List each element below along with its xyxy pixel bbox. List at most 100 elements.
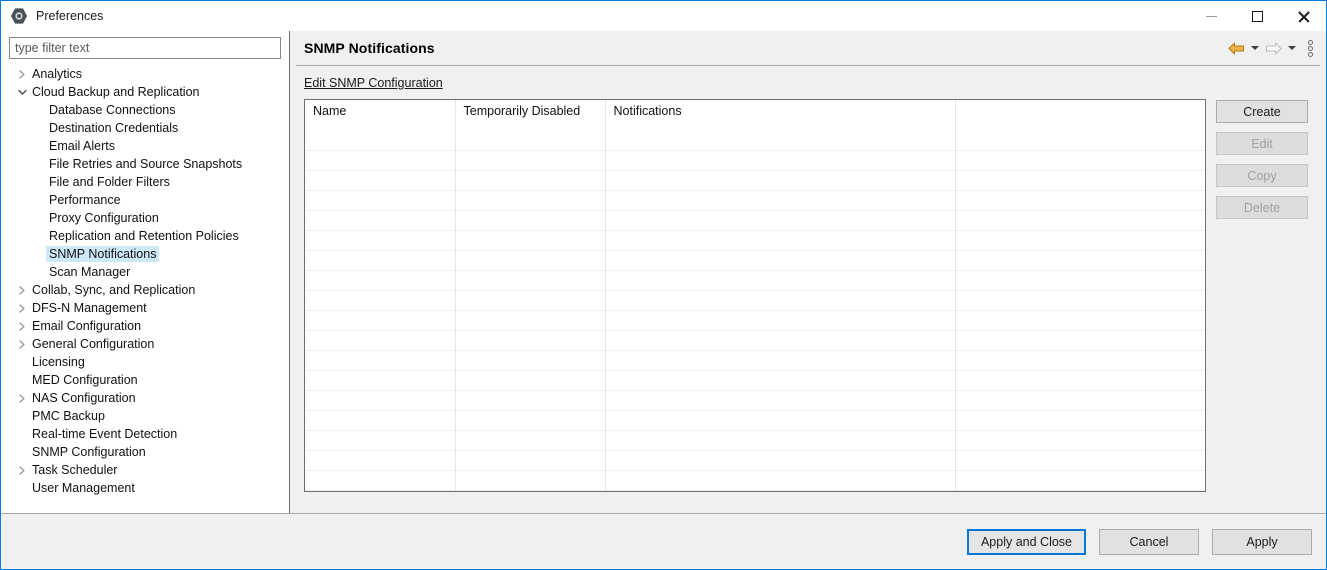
table-cell[interactable] (305, 170, 456, 191)
table-cell[interactable] (305, 390, 456, 411)
sidebar-item-file-retries-and-source-snapshots[interactable]: File Retries and Source Snapshots (1, 155, 289, 173)
apply-button[interactable]: Apply (1212, 528, 1312, 555)
table-cell[interactable] (455, 490, 606, 491)
chevron-right-icon[interactable] (15, 69, 29, 79)
sidebar-item-task-scheduler[interactable]: Task Scheduler (1, 461, 289, 479)
filter-input[interactable] (9, 37, 281, 59)
sidebar-item-med-configuration[interactable]: MED Configuration (1, 371, 289, 389)
table-cell[interactable] (455, 150, 606, 171)
table-cell[interactable] (955, 230, 1205, 251)
sidebar-item-replication-and-retention-policies[interactable]: Replication and Retention Policies (1, 227, 289, 245)
table-row[interactable] (305, 250, 1205, 271)
sidebar-item-licensing[interactable]: Licensing (1, 353, 289, 371)
table-row[interactable] (305, 290, 1205, 311)
table-row[interactable] (305, 410, 1205, 431)
close-button[interactable] (1280, 1, 1326, 31)
table-cell[interactable] (455, 230, 606, 251)
column-header-notifications[interactable]: Notifications (605, 100, 956, 132)
sidebar-item-scan-manager[interactable]: Scan Manager (1, 263, 289, 281)
table-row[interactable] (305, 450, 1205, 471)
table-cell[interactable] (305, 450, 456, 471)
table-cell[interactable] (605, 250, 956, 271)
table-row[interactable] (305, 310, 1205, 331)
table-row[interactable] (305, 490, 1205, 491)
sidebar-item-snmp-notifications[interactable]: SNMP Notifications (1, 245, 289, 263)
table-cell[interactable] (605, 430, 956, 451)
back-history-dropdown[interactable] (1248, 37, 1261, 59)
table-cell[interactable] (455, 190, 606, 211)
forward-history-dropdown[interactable] (1285, 37, 1298, 59)
table-row[interactable] (305, 150, 1205, 171)
forward-button[interactable] (1262, 37, 1284, 59)
table-cell[interactable] (605, 132, 956, 151)
table-cell[interactable] (455, 310, 606, 331)
table-cell[interactable] (305, 370, 456, 391)
table-cell[interactable] (305, 132, 456, 151)
table-cell[interactable] (955, 450, 1205, 471)
back-button[interactable] (1225, 37, 1247, 59)
table-cell[interactable] (605, 270, 956, 291)
cancel-button[interactable]: Cancel (1099, 528, 1199, 555)
table-cell[interactable] (305, 330, 456, 351)
table-cell[interactable] (955, 490, 1205, 491)
table-cell[interactable] (455, 170, 606, 191)
table-row[interactable] (305, 370, 1205, 391)
sidebar-item-analytics[interactable]: Analytics (1, 65, 289, 83)
table-cell[interactable] (455, 250, 606, 271)
table-cell[interactable] (455, 430, 606, 451)
column-header-extra[interactable] (955, 100, 1205, 132)
table-cell[interactable] (305, 270, 456, 291)
table-cell[interactable] (455, 410, 606, 431)
table-cell[interactable] (305, 410, 456, 431)
table-cell[interactable] (305, 210, 456, 231)
table-cell[interactable] (955, 190, 1205, 211)
sidebar-scrollbar[interactable] (282, 61, 289, 513)
column-header-temporarily-disabled[interactable]: Temporarily Disabled (455, 100, 606, 132)
table-cell[interactable] (605, 310, 956, 331)
table-cell[interactable] (605, 190, 956, 211)
table-cell[interactable] (305, 250, 456, 271)
table-cell[interactable] (455, 390, 606, 411)
table-cell[interactable] (455, 210, 606, 231)
table-cell[interactable] (605, 330, 956, 351)
table-cell[interactable] (605, 290, 956, 311)
table-row[interactable] (305, 390, 1205, 411)
table-cell[interactable] (955, 350, 1205, 371)
table-row[interactable] (305, 190, 1205, 211)
notifications-table-container[interactable]: Name Temporarily Disabled Notifications (304, 99, 1206, 492)
table-cell[interactable] (955, 330, 1205, 351)
sidebar-item-email-alerts[interactable]: Email Alerts (1, 137, 289, 155)
table-cell[interactable] (305, 230, 456, 251)
table-cell[interactable] (955, 390, 1205, 411)
chevron-right-icon[interactable] (15, 285, 29, 295)
table-cell[interactable] (455, 290, 606, 311)
table-cell[interactable] (605, 350, 956, 371)
table-cell[interactable] (455, 270, 606, 291)
sidebar-item-nas-configuration[interactable]: NAS Configuration (1, 389, 289, 407)
table-row[interactable] (305, 430, 1205, 451)
sidebar-item-cloud-backup-and-replication[interactable]: Cloud Backup and Replication (1, 83, 289, 101)
edit-snmp-configuration-link[interactable]: Edit SNMP Configuration (304, 76, 443, 90)
table-cell[interactable] (955, 290, 1205, 311)
sidebar-item-pmc-backup[interactable]: PMC Backup (1, 407, 289, 425)
table-cell[interactable] (605, 210, 956, 231)
sidebar-item-general-configuration[interactable]: General Configuration (1, 335, 289, 353)
table-cell[interactable] (605, 450, 956, 471)
sidebar-item-user-management[interactable]: User Management (1, 479, 289, 497)
table-cell[interactable] (605, 410, 956, 431)
sidebar-item-real-time-event-detection[interactable]: Real-time Event Detection (1, 425, 289, 443)
table-cell[interactable] (455, 450, 606, 471)
table-row[interactable] (305, 210, 1205, 231)
chevron-right-icon[interactable] (15, 393, 29, 403)
table-cell[interactable] (455, 350, 606, 371)
table-cell[interactable] (305, 490, 456, 491)
table-cell[interactable] (955, 470, 1205, 491)
table-row[interactable] (305, 270, 1205, 291)
table-cell[interactable] (955, 170, 1205, 191)
sidebar-item-collab-sync-and-replication[interactable]: Collab, Sync, and Replication (1, 281, 289, 299)
table-cell[interactable] (605, 370, 956, 391)
table-cell[interactable] (955, 150, 1205, 171)
sidebar-item-email-configuration[interactable]: Email Configuration (1, 317, 289, 335)
table-cell[interactable] (455, 470, 606, 491)
chevron-down-icon[interactable] (15, 88, 29, 96)
